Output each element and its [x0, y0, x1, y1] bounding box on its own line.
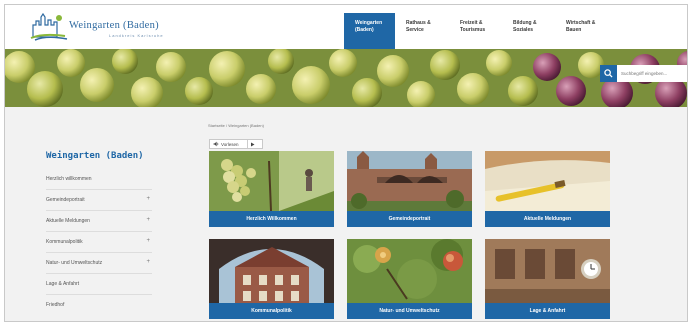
sidebar-item-gemeindeportrait[interactable]: Gemeindeportrait +	[46, 190, 152, 211]
play-icon[interactable]	[250, 142, 255, 147]
expand-plus-icon[interactable]: +	[146, 217, 150, 223]
sidebar-item-natur-umweltschutz[interactable]: Natur- und Umweltschutz +	[46, 253, 152, 274]
tile-lage-anfahrt[interactable]: Lage & Anfahrt	[485, 239, 610, 319]
site-logo[interactable]: Weingarten (Baden) Landkreis Karlsruhe	[29, 11, 179, 43]
tile-herzlich-willkommen[interactable]: Herzlich Willkommen	[209, 151, 334, 227]
divider	[246, 140, 248, 148]
main-content: Weingarten (Baden) Herzlich willkommen G…	[5, 107, 687, 321]
sidebar: Weingarten (Baden) Herzlich willkommen G…	[46, 151, 152, 316]
search-button[interactable]	[600, 65, 617, 82]
nav-item-bildung[interactable]: Bildung & Soziales	[502, 13, 555, 49]
read-aloud-label: Vorlesen	[221, 141, 239, 147]
sidebar-item-aktuelle-meldungen[interactable]: Aktuelle Meldungen +	[46, 211, 152, 232]
tile-label: Gemeindeportrait	[347, 211, 472, 227]
main-navigation: Weingarten (Baden) Rathaus & Service Fre…	[344, 13, 615, 49]
tile-label: Natur- und Umweltschutz	[347, 303, 472, 319]
tile-natur-umweltschutz[interactable]: Natur- und Umweltschutz	[347, 239, 472, 319]
search-input[interactable]	[617, 65, 687, 82]
sidebar-item-label: Kommunalpolitik	[46, 239, 83, 245]
browser-frame: Weingarten (Baden) Landkreis Karlsruhe W…	[4, 4, 688, 322]
sidebar-item-friedhof[interactable]: Friedhof	[46, 295, 152, 316]
sidebar-item-label: Friedhof	[46, 302, 65, 308]
sidebar-item-kommunalpolitik[interactable]: Kommunalpolitik +	[46, 232, 152, 253]
logo-title: Weingarten (Baden)	[69, 20, 159, 31]
castle-logo-icon	[30, 12, 68, 41]
logo-subtitle: Landkreis Karlsruhe	[109, 33, 164, 38]
sidebar-item-label: Gemeindeportrait	[46, 197, 85, 203]
sidebar-item-lage-anfahrt[interactable]: Lage & Anfahrt	[46, 274, 152, 295]
sidebar-item-label: Aktuelle Meldungen	[46, 218, 90, 224]
tile-label: Lage & Anfahrt	[485, 303, 610, 319]
read-aloud-button[interactable]: Vorlesen	[209, 139, 263, 149]
nav-item-rathaus[interactable]: Rathaus & Service	[395, 13, 449, 49]
sidebar-item-label: Natur- und Umweltschutz	[46, 260, 103, 266]
tile-label: Kommunalpolitik	[209, 303, 334, 319]
sidebar-item-label: Herzlich willkommen	[46, 176, 92, 182]
sidebar-item-label: Lage & Anfahrt	[46, 281, 80, 287]
site-header: Weingarten (Baden) Landkreis Karlsruhe W…	[5, 5, 687, 49]
expand-plus-icon[interactable]: +	[146, 238, 150, 244]
nav-item-freizeit[interactable]: Freizeit & Tourismus	[449, 13, 502, 49]
tile-gemeindeportrait[interactable]: Gemeindeportrait	[347, 151, 472, 227]
search-icon	[604, 69, 613, 78]
grapes-hero-image	[5, 49, 687, 107]
tile-kommunalpolitik[interactable]: Kommunalpolitik	[209, 239, 334, 319]
tile-label: Herzlich Willkommen	[209, 211, 334, 227]
expand-plus-icon[interactable]: +	[146, 259, 150, 265]
tile-label: Aktuelle Meldungen	[485, 211, 610, 227]
breadcrumb[interactable]: Startseite / Weingarten (Baden)	[208, 123, 264, 128]
speaker-icon	[213, 141, 219, 147]
expand-plus-icon[interactable]: +	[146, 196, 150, 202]
tile-aktuelle-meldungen[interactable]: Aktuelle Meldungen	[485, 151, 610, 227]
nav-item-wirtschaft[interactable]: Wirtschaft & Bauen	[555, 13, 615, 49]
hero-banner	[5, 49, 687, 107]
sidebar-item-herzlich-willkommen[interactable]: Herzlich willkommen	[46, 169, 152, 190]
sidebar-title: Weingarten (Baden)	[46, 151, 144, 161]
tile-grid: Herzlich Willkommen Gemeindeportrait Akt…	[209, 151, 610, 321]
nav-item-weingarten[interactable]: Weingarten (Baden)	[344, 13, 395, 49]
